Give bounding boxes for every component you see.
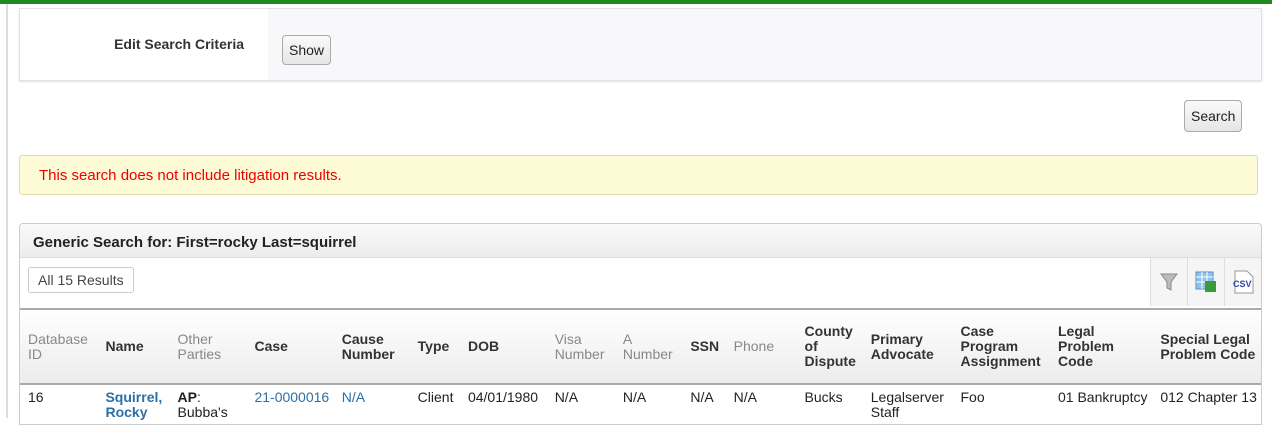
col-dob[interactable]: DOB <box>459 310 547 385</box>
excel-export-icon[interactable] <box>1187 258 1224 306</box>
col-primary-advocate[interactable]: Primary Advocate <box>862 310 953 385</box>
cell-other-parties: AP: Bubba's <box>177 389 228 420</box>
edit-search-criteria-panel: Edit Search Criteria Show <box>19 8 1262 81</box>
cell-visa: N/A <box>554 389 579 405</box>
cell-id: 16 <box>28 389 44 405</box>
col-case[interactable]: Case <box>246 310 334 385</box>
col-legal-problem-code[interactable]: Legal Problem Code <box>1049 310 1153 385</box>
filter-icon[interactable] <box>1150 258 1187 306</box>
cell-program: Foo <box>960 389 985 405</box>
svg-text:CSV: CSV <box>1233 279 1252 289</box>
search-button[interactable]: Search <box>1184 100 1243 132</box>
col-visa-number[interactable]: Visa Number <box>546 310 615 385</box>
table-header-row: Database ID Name Other Parties Case Caus… <box>20 310 1261 385</box>
show-button[interactable]: Show <box>282 35 332 65</box>
col-county[interactable]: County of Dispute <box>796 310 863 385</box>
col-ssn[interactable]: SSN <box>682 310 726 385</box>
cell-type: Client <box>417 389 454 405</box>
col-phone[interactable]: Phone <box>725 310 797 385</box>
cell-advocate: Legalserver Staff <box>870 389 944 420</box>
col-a-number[interactable]: A Number <box>614 310 683 385</box>
cell-county: Bucks <box>804 389 843 405</box>
results-toolbar: All 15 Results CSV <box>20 258 1261 310</box>
cell-dob: 04/01/1980 <box>467 389 539 405</box>
col-other-parties[interactable]: Other Parties <box>169 310 247 385</box>
results-panel: Generic Search for: First=rocky Last=squ… <box>19 223 1262 425</box>
litigation-notice: This search does not include litigation … <box>19 155 1258 195</box>
cell-a-number: N/A <box>622 389 647 405</box>
client-name-link[interactable]: Squirrel, Rocky <box>105 389 162 420</box>
col-name[interactable]: Name <box>97 310 170 385</box>
left-border <box>6 4 8 418</box>
cell-lpc: 01 Bankruptcy <box>1057 389 1148 405</box>
col-case-program[interactable]: Case Program Assignment <box>952 310 1050 385</box>
results-table: Database ID Name Other Parties Case Caus… <box>20 310 1261 420</box>
case-link[interactable]: 21-0000016 <box>254 389 329 405</box>
col-cause-number[interactable]: Cause Number <box>333 310 410 385</box>
col-database-id[interactable]: Database ID <box>20 310 98 385</box>
top-accent-bar <box>0 0 1272 4</box>
cell-ssn: N/A <box>690 389 714 405</box>
col-type[interactable]: Type <box>409 310 460 385</box>
results-title: Generic Search for: First=rocky Last=squ… <box>20 224 1261 258</box>
csv-export-icon[interactable]: CSV <box>1224 258 1261 306</box>
criteria-label: Edit Search Criteria <box>20 9 268 80</box>
cell-phone: N/A <box>733 389 757 405</box>
cell-slpc: 012 Chapter 13 <box>1160 389 1257 405</box>
table-row: 16 Squirrel, Rocky AP: Bubba's 21-0000016 … <box>20 384 1261 420</box>
cause-number-link[interactable]: N/A <box>342 389 365 405</box>
all-results-button[interactable]: All 15 Results <box>28 267 134 293</box>
col-special-legal-problem-code[interactable]: Special Legal Problem Code <box>1152 310 1261 385</box>
